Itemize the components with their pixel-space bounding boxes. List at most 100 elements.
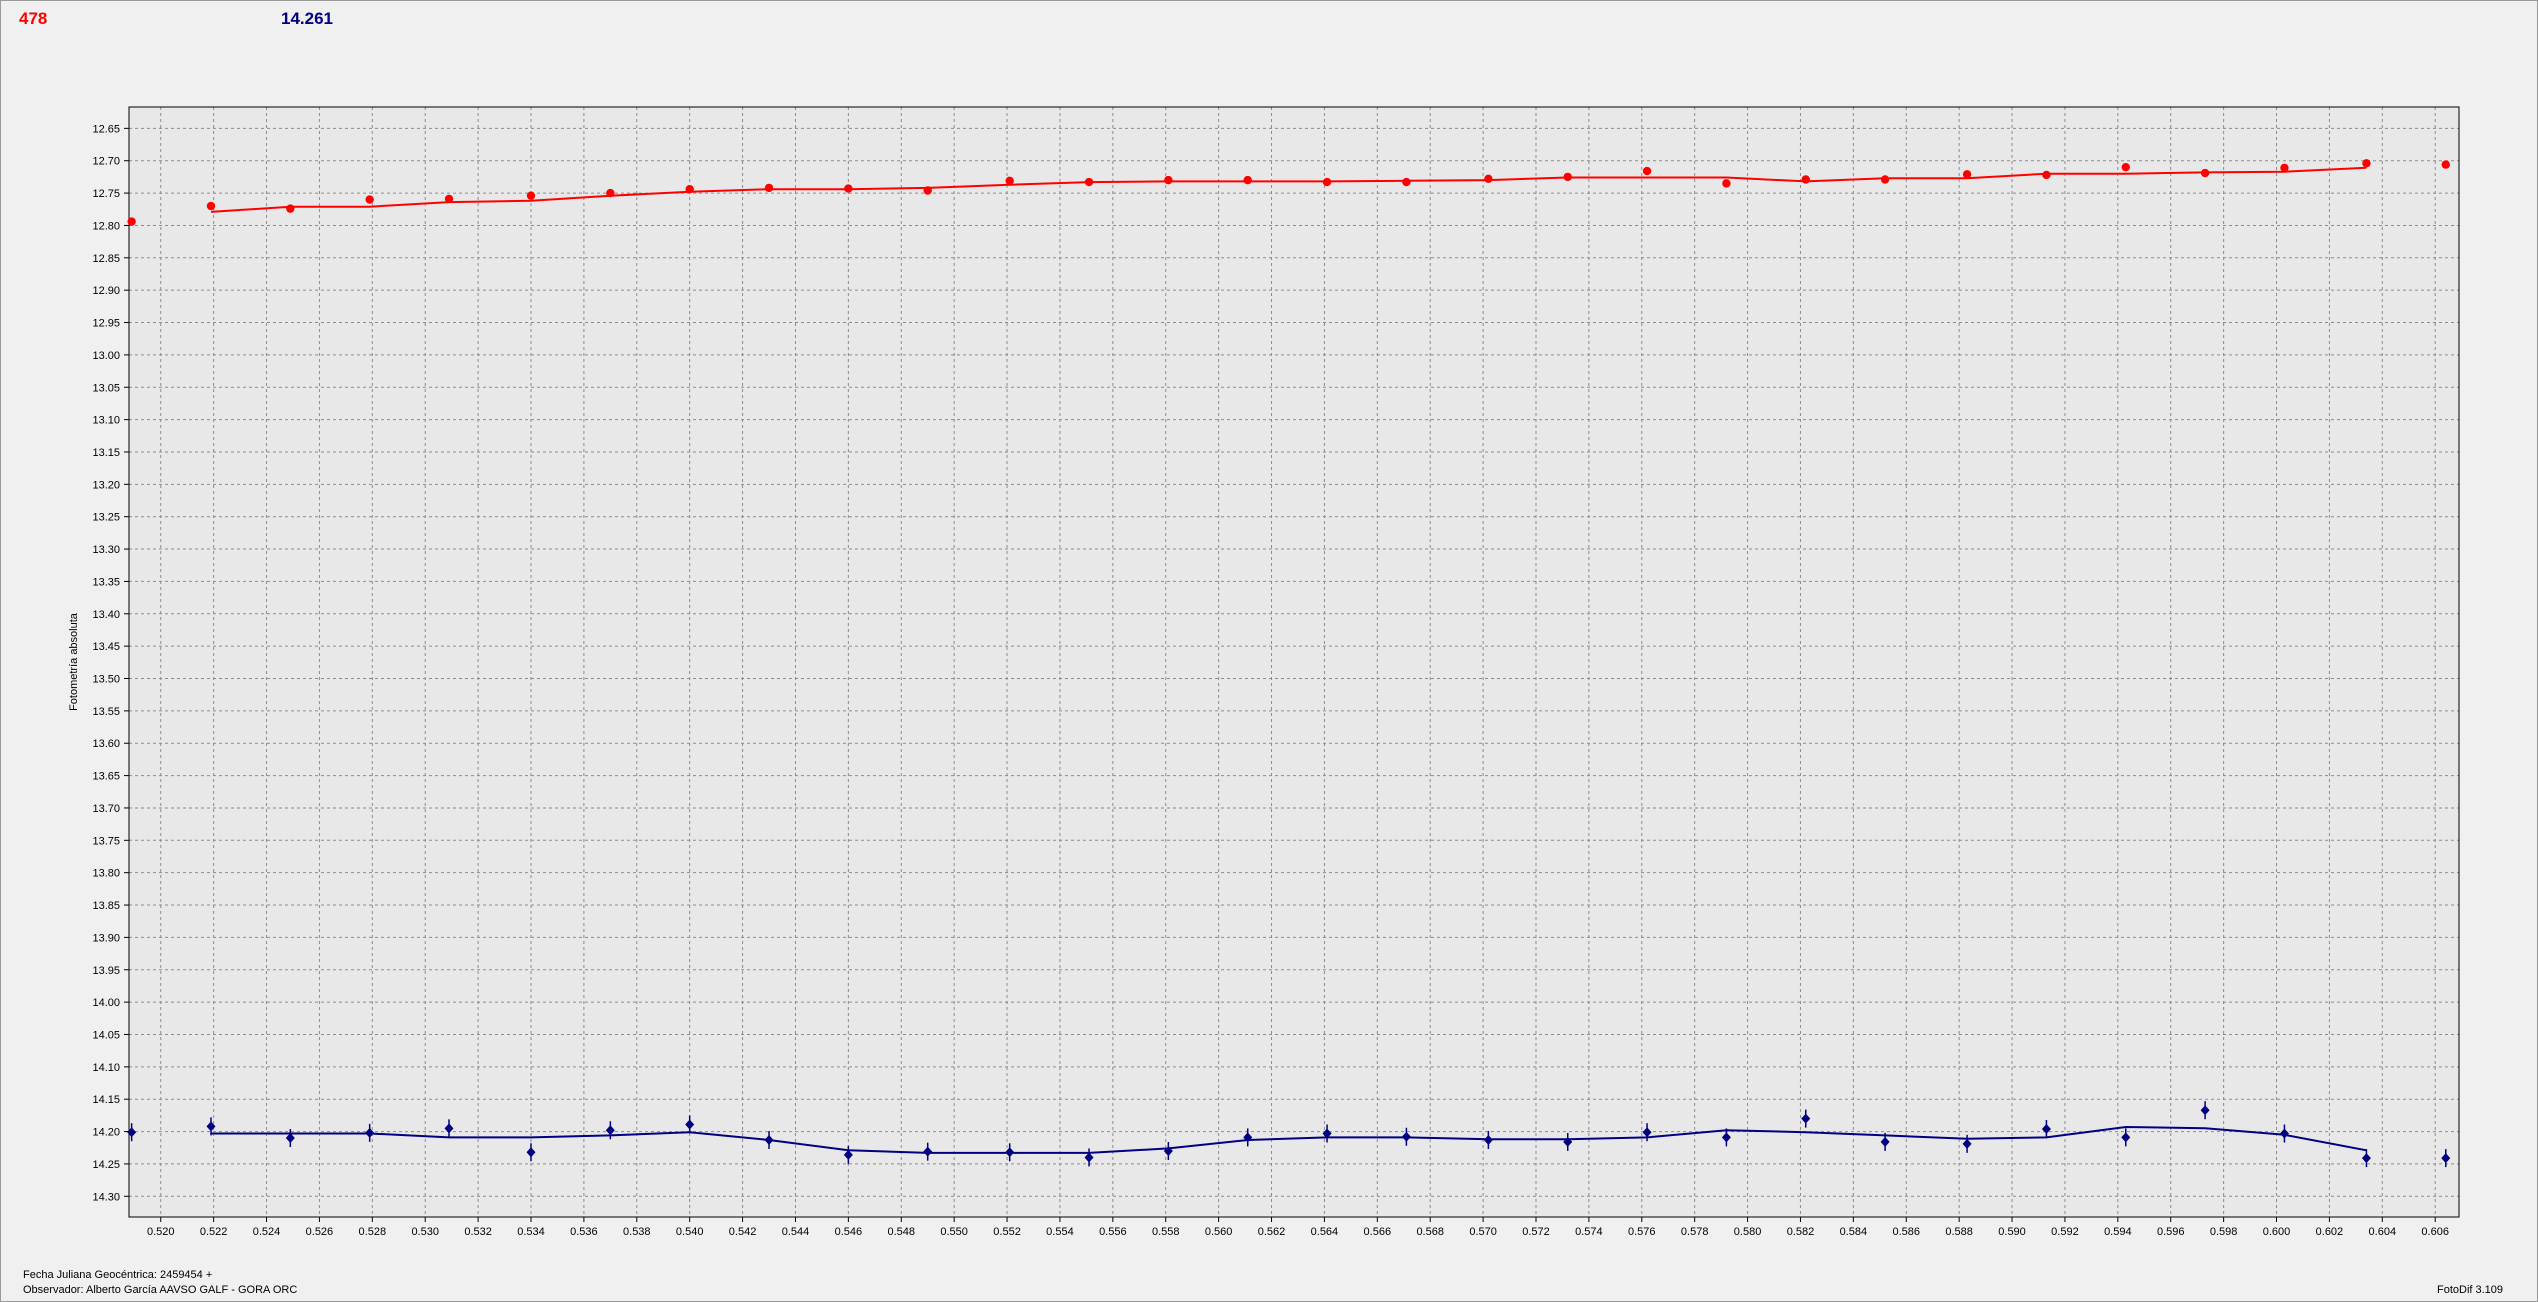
x-tick-label: 0.528: [359, 1226, 387, 1238]
y-tick-label: 13.95: [92, 965, 120, 977]
y-tick-label: 12.75: [92, 188, 120, 200]
y-tick-label: 13.80: [92, 868, 120, 880]
y-tick-label: 14.05: [92, 1029, 120, 1041]
data-point: [2121, 162, 2130, 172]
x-tick-label: 0.560: [1205, 1226, 1233, 1238]
x-tick-label: 0.542: [729, 1226, 757, 1238]
data-point: [1402, 177, 1411, 187]
y-tick-label: 12.95: [92, 318, 120, 330]
x-axis: 0.520 0.522 0.524 0.526 0.528 0.530 0.532 0.534…: [147, 1217, 2449, 1238]
x-tick-label: 0.582: [1787, 1226, 1815, 1238]
app-window: 478 14.261 0.520 0.522 0.524 0.526 0.528 0.53…: [0, 0, 2538, 1302]
x-tick-label: 0.564: [1311, 1226, 1339, 1238]
julian-date-label: Fecha Juliana Geocéntrica: 2459454 +: [23, 1269, 213, 1281]
y-tick-label: 12.70: [92, 156, 120, 168]
x-tick-label: 0.520: [147, 1226, 175, 1238]
y-tick-label: 13.90: [92, 932, 120, 944]
light-curve-chart: 0.520 0.522 0.524 0.526 0.528 0.530 0.532 0.534…: [68, 106, 2460, 1238]
y-tick-label: 13.65: [92, 771, 120, 783]
data-point: [2042, 170, 2051, 180]
y-tick-label: 12.80: [92, 220, 120, 232]
data-point: [1962, 170, 1972, 179]
x-tick-label: 0.540: [676, 1226, 704, 1238]
x-tick-label: 0.584: [1840, 1226, 1868, 1238]
x-tick-label: 0.576: [1628, 1226, 1656, 1238]
x-tick-label: 0.592: [2051, 1226, 2079, 1238]
data-point: [606, 188, 615, 198]
x-tick-label: 0.532: [464, 1226, 492, 1238]
data-point: [2441, 160, 2450, 169]
y-tick-label: 12.65: [92, 123, 120, 135]
x-tick-label: 0.600: [2263, 1226, 2291, 1238]
y-tick-label: 14.20: [92, 1127, 120, 1139]
data-point: [1563, 172, 1572, 182]
y-axis: 12.65 12.70 12.75 12.80 12.85 12.90 12.95 13.00…: [92, 123, 129, 1203]
data-point: [444, 194, 454, 204]
x-tick-label: 0.524: [253, 1226, 281, 1238]
data-point: [1801, 175, 1810, 184]
x-tick-label: 0.548: [887, 1226, 915, 1238]
data-point: [1005, 176, 1014, 185]
data-point: [844, 184, 853, 193]
y-tick-label: 13.20: [92, 479, 120, 491]
x-tick-label: 0.606: [2421, 1226, 2449, 1238]
y-tick-label: 14.15: [92, 1094, 120, 1106]
x-tick-label: 0.580: [1734, 1226, 1762, 1238]
y-tick-label: 13.45: [92, 641, 120, 653]
x-tick-label: 0.598: [2210, 1226, 2238, 1238]
y-tick-label: 13.55: [92, 706, 120, 718]
data-point: [685, 184, 694, 194]
data-point: [365, 195, 374, 204]
y-tick-label: 14.00: [92, 997, 120, 1009]
y-tick-label: 13.60: [92, 738, 120, 750]
x-tick-label: 0.552: [993, 1226, 1021, 1238]
x-tick-label: 0.566: [1364, 1226, 1392, 1238]
data-point: [1322, 177, 1332, 187]
y-tick-label: 13.35: [92, 576, 120, 588]
y-tick-label: 13.00: [92, 350, 120, 362]
y-tick-label: 13.05: [92, 382, 120, 394]
y-tick-label: 13.50: [92, 674, 120, 686]
x-tick-label: 0.526: [306, 1226, 334, 1238]
version-label: FotoDif 3.109: [2437, 1284, 2504, 1296]
data-point: [1880, 175, 1890, 184]
x-tick-label: 0.550: [940, 1226, 968, 1238]
data-point: [1722, 179, 1731, 188]
x-tick-label: 0.590: [1998, 1226, 2026, 1238]
x-tick-label: 0.534: [517, 1226, 545, 1238]
x-tick-label: 0.544: [782, 1226, 810, 1238]
data-point: [1084, 177, 1094, 187]
x-tick-label: 0.596: [2157, 1226, 2185, 1238]
x-tick-label: 0.574: [1575, 1226, 1603, 1238]
data-point: [764, 183, 774, 193]
y-tick-label: 12.85: [92, 253, 120, 265]
data-point: [1484, 174, 1493, 184]
x-tick-label: 0.546: [835, 1226, 863, 1238]
x-tick-label: 0.530: [411, 1226, 439, 1238]
x-tick-label: 0.604: [2369, 1226, 2397, 1238]
x-tick-label: 0.570: [1469, 1226, 1497, 1238]
x-tick-label: 0.558: [1152, 1226, 1180, 1238]
x-tick-label: 0.568: [1416, 1226, 1444, 1238]
y-tick-label: 13.70: [92, 803, 120, 815]
x-tick-label: 0.538: [623, 1226, 651, 1238]
x-tick-label: 0.586: [1892, 1226, 1920, 1238]
y-tick-label: 13.75: [92, 835, 120, 847]
y-tick-label: 13.10: [92, 415, 120, 427]
y-axis-label: Fotometría absoluta: [68, 612, 80, 711]
x-tick-label: 0.578: [1681, 1226, 1709, 1238]
y-tick-label: 12.90: [92, 285, 120, 297]
data-point: [526, 191, 536, 200]
y-tick-label: 13.15: [92, 447, 120, 459]
data-point: [206, 201, 216, 211]
x-tick-label: 0.602: [2316, 1226, 2344, 1238]
x-tick-label: 0.536: [570, 1226, 598, 1238]
x-tick-label: 0.562: [1258, 1226, 1286, 1238]
data-point: [1642, 166, 1652, 176]
x-tick-label: 0.522: [200, 1226, 228, 1238]
data-point: [127, 217, 136, 226]
y-tick-label: 14.30: [92, 1191, 120, 1203]
data-point: [2362, 159, 2371, 168]
y-tick-label: 13.25: [92, 512, 120, 524]
x-tick-label: 0.594: [2104, 1226, 2132, 1238]
